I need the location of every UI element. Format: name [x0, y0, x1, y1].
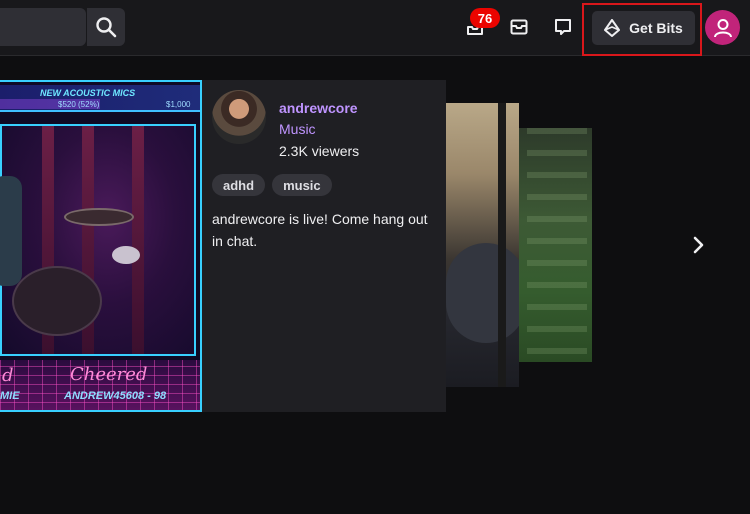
overlay-cheer-name: ANDREW45608 - 98 — [64, 390, 167, 402]
stream-thumbnail — [527, 128, 587, 362]
inbox-icon — [510, 19, 528, 35]
get-bits-button[interactable]: Get Bits — [592, 11, 695, 45]
drummer — [0, 176, 22, 286]
tag-list: adhd music — [212, 174, 332, 196]
notification-badge: 76 — [470, 8, 500, 28]
stream-thumbnail — [446, 243, 519, 343]
chevron-right-icon — [693, 236, 704, 254]
goal-amount: $520 (52%) — [58, 100, 100, 109]
whispers-button[interactable] — [546, 10, 580, 44]
user-icon — [713, 18, 732, 37]
search-icon — [96, 17, 117, 38]
bits-icon — [604, 19, 621, 37]
carousel-next-button[interactable] — [684, 231, 712, 259]
drum — [12, 266, 102, 336]
get-bits-label: Get Bits — [629, 20, 683, 36]
tag-adhd[interactable]: adhd — [212, 174, 266, 196]
search-button[interactable] — [87, 8, 125, 46]
channel-avatar[interactable] — [212, 90, 266, 144]
carousel-card-background-1[interactable] — [446, 103, 519, 387]
top-nav-bar: 76 Get Bits — [0, 0, 750, 56]
goal-max: $1,000 — [166, 100, 191, 109]
goal-title: NEW ACOUSTIC MICS — [40, 88, 136, 98]
stream-video-preview[interactable]: NEW ACOUSTIC MICS $520 (52%) $1,000 d Ch… — [0, 80, 202, 412]
overlay-left-label: d — [2, 365, 14, 386]
channel-name-link[interactable]: andrewcore — [279, 100, 358, 116]
category-link[interactable]: Music — [279, 121, 316, 137]
featured-stream-card: NEW ACOUSTIC MICS $520 (52%) $1,000 d Ch… — [0, 80, 446, 412]
carousel-card-background-2[interactable] — [519, 128, 592, 362]
viewer-count: 2.3K viewers — [279, 143, 360, 159]
webcam-frame — [0, 124, 196, 356]
overlay-left-name: MIE — [0, 390, 20, 402]
inbox-button[interactable] — [502, 10, 536, 44]
search-input[interactable] — [0, 8, 86, 46]
cymbal — [64, 208, 134, 226]
stream-description: andrewcore is live! Come hang out in cha… — [212, 211, 428, 249]
tag-music[interactable]: music — [272, 174, 332, 196]
goal-bar: NEW ACOUSTIC MICS $520 (52%) $1,000 — [0, 85, 200, 112]
whispers-icon — [555, 19, 571, 35]
user-menu-avatar[interactable] — [705, 10, 740, 45]
drum — [112, 246, 140, 264]
overlay-cheered-label: Cheered — [70, 364, 148, 385]
